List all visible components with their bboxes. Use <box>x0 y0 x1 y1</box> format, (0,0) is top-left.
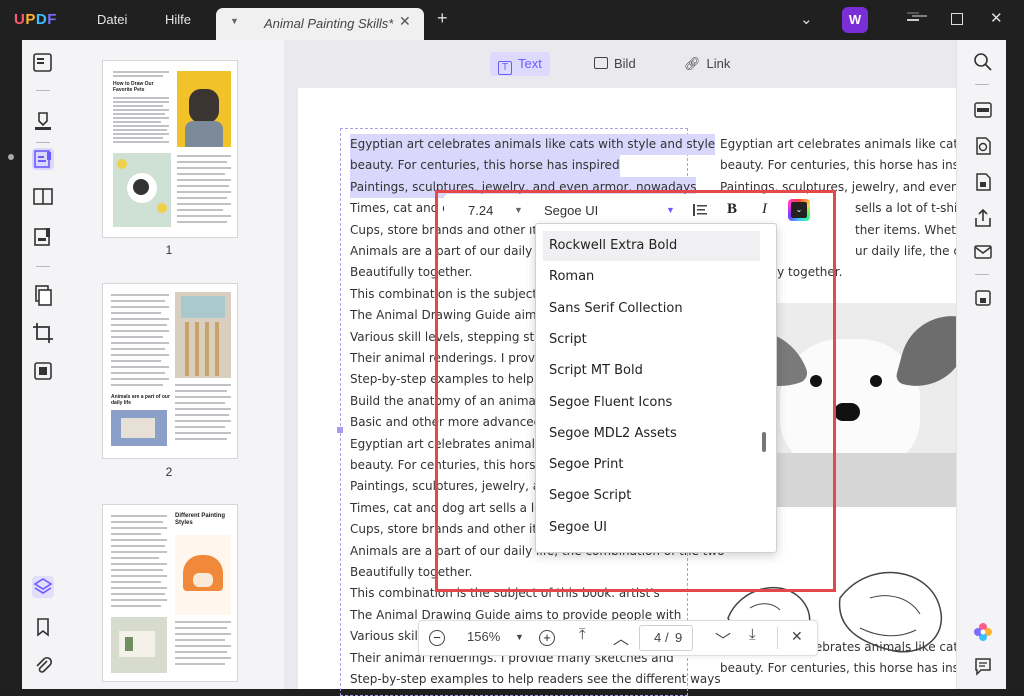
convert-icon[interactable] <box>973 136 993 156</box>
zoom-chevron-icon[interactable]: ▼ <box>515 632 524 642</box>
highlighter-icon[interactable] <box>32 110 54 132</box>
user-avatar[interactable]: W <box>842 7 868 33</box>
thumb-heading: Animals are a part of our daily life <box>111 394 170 406</box>
resize-handle[interactable] <box>337 427 343 433</box>
right-toolbar <box>956 40 1007 689</box>
edit-pdf-icon[interactable] <box>32 148 54 170</box>
comment-icon[interactable] <box>973 656 993 676</box>
new-tab-button[interactable]: + <box>437 8 448 29</box>
left-edge <box>0 40 22 689</box>
attachment-icon[interactable] <box>32 654 54 676</box>
separator <box>36 142 50 143</box>
left-toolbar <box>22 40 65 689</box>
layers-icon[interactable] <box>32 576 54 598</box>
text-line[interactable]: beauty. For centuries, this horse has in… <box>720 155 990 176</box>
title-bar: UPDF Datei Hilfe ▼ Animal Painting Skill… <box>0 0 1024 40</box>
edit-link-mode-button[interactable]: 🔗︎ Link <box>676 52 738 76</box>
current-page: 4 <box>654 630 662 645</box>
image-mode-label: Bild <box>614 56 636 71</box>
text-mode-label: Text <box>518 56 542 71</box>
fox-painting-photo <box>175 535 231 615</box>
paintbrushes-photo <box>175 292 231 378</box>
text-line[interactable]: Various skill <box>350 626 421 647</box>
pages-icon[interactable] <box>32 284 54 306</box>
text-mode-icon: T <box>498 61 512 75</box>
right-edge <box>1006 40 1024 689</box>
zoom-level[interactable]: 156% <box>467 629 500 644</box>
zoom-out-icon[interactable]: − <box>429 630 445 646</box>
separator <box>36 90 50 91</box>
page-thumbnail-1[interactable]: How to Draw Our Favorite Pets <box>102 60 238 238</box>
crop-icon[interactable] <box>32 322 54 344</box>
zoom-navigation-bar: − 156% ▼ + ⤒ ︿ 4 / 9 ﹀ ⤓ ✕ <box>418 620 818 656</box>
tab-dropdown-icon[interactable]: ▼ <box>230 16 239 26</box>
link-mode-label: Link <box>706 56 731 71</box>
dog-painting-photo <box>113 153 171 227</box>
tab-title: Animal Painting Skills* <box>264 16 394 31</box>
share-icon[interactable] <box>973 208 993 228</box>
thumb-heading: How to Draw Our Favorite Pets <box>113 81 154 93</box>
text-line[interactable]: beauty. For centuries, this horse has in… <box>350 155 620 177</box>
page-number-1: 1 <box>165 243 173 257</box>
save-icon[interactable] <box>973 288 993 308</box>
separator <box>975 274 989 275</box>
art-table-photo <box>111 410 167 446</box>
menu-file[interactable]: Datei <box>97 12 127 27</box>
last-page-icon[interactable]: ⤓ <box>749 626 756 643</box>
pug-photo <box>177 71 231 147</box>
tab-close-icon[interactable]: ✕ <box>399 13 411 30</box>
organize-pages-icon[interactable] <box>32 186 54 208</box>
close-window-icon[interactable]: ✕ <box>990 9 1003 27</box>
page-number-2: 2 <box>165 465 173 479</box>
separator <box>975 84 989 85</box>
highlight-annotation-box <box>435 190 836 592</box>
ocr-icon[interactable] <box>973 100 993 120</box>
link-mode-icon: 🔗︎ <box>684 56 701 71</box>
edit-text-mode-button[interactable]: T Text <box>490 52 550 76</box>
separator <box>36 266 50 267</box>
compress-icon[interactable] <box>32 360 54 382</box>
image-mode-icon <box>594 57 608 69</box>
zoom-in-icon[interactable]: + <box>539 630 555 646</box>
chevron-down-icon[interactable]: ⌄ <box>800 10 813 28</box>
menu-help[interactable]: Hilfe <box>165 12 191 27</box>
app-logo: UPDF <box>14 11 57 28</box>
close-zoom-bar-icon[interactable]: ✕ <box>791 628 803 645</box>
page-separator: / <box>665 630 669 645</box>
document-tab[interactable]: ▼ Animal Painting Skills* ✕ <box>216 8 424 40</box>
maximize-icon[interactable] <box>951 13 963 25</box>
separator <box>777 627 778 649</box>
minimize-icon[interactable]: — <box>912 7 927 24</box>
collapse-dot-icon <box>8 154 14 160</box>
protect-icon[interactable] <box>973 172 993 192</box>
page-number-box[interactable]: 4 / 9 <box>639 625 693 651</box>
first-page-icon[interactable]: ⤒ <box>579 626 586 643</box>
page-thumbnail-3[interactable]: Different Painting Styles <box>102 504 238 682</box>
form-icon[interactable] <box>32 226 54 248</box>
next-page-icon[interactable]: ﹀ <box>715 627 731 651</box>
total-pages: 9 <box>675 630 683 645</box>
ai-assistant-icon[interactable] <box>973 622 993 642</box>
thumb-heading: Different Painting Styles <box>175 513 226 526</box>
bookmark-icon[interactable] <box>32 616 54 638</box>
thumbnail-panel: How to Draw Our Favorite Pets 1 Animals … <box>64 40 284 689</box>
text-line[interactable]: Egyptian art celebrates animals like cat… <box>350 134 716 156</box>
previous-page-icon[interactable]: ︿ <box>613 625 629 649</box>
text-line[interactable]: Egyptian art celebrates animals like cat… <box>720 134 994 155</box>
text-line[interactable]: Step-by-step examples to help readers se… <box>350 669 721 690</box>
reader-icon[interactable] <box>32 52 54 74</box>
painting-tools-photo <box>111 617 167 673</box>
edit-image-mode-button[interactable]: Bild <box>586 52 644 76</box>
email-icon[interactable] <box>973 242 993 262</box>
search-icon[interactable] <box>973 52 993 72</box>
page-thumbnail-2[interactable]: Animals are a part of our daily life <box>102 283 238 459</box>
